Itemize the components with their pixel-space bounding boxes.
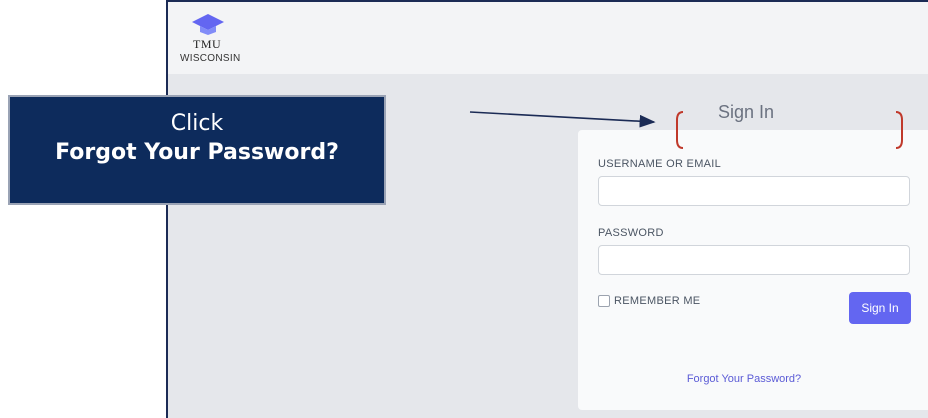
signin-panel: USERNAME OR EMAIL PASSWORD REMEMBER ME S… [578,130,928,410]
app-header: TMU WISCONSIN [168,2,928,74]
password-input[interactable] [598,245,910,275]
username-label: USERNAME OR EMAIL [598,158,722,170]
logo-abbr: TMU [193,37,222,51]
logo: TMU WISCONSIN [180,12,252,64]
app-window: TMU WISCONSIN Sign In USERNAME OR EMAIL … [166,0,928,418]
password-label: PASSWORD [598,227,664,239]
remember-me-label: REMEMBER ME [614,295,701,307]
forgot-password-link[interactable]: Forgot Your Password? [578,373,910,385]
callout-line-1: Click [170,111,224,136]
tutorial-stage: TMU WISCONSIN Sign In USERNAME OR EMAIL … [0,0,928,418]
sign-in-button[interactable]: Sign In [849,292,911,324]
instruction-callout: Click Forgot Your Password? [8,95,386,205]
graduation-cap-icon [192,14,224,35]
username-input[interactable] [598,176,910,206]
remember-me-checkbox[interactable] [598,295,610,307]
remember-me[interactable]: REMEMBER ME [598,295,700,307]
logo-name: WISCONSIN [180,53,241,64]
page-title: Sign In [718,102,775,122]
callout-line-2: Forgot Your Password? [55,140,339,165]
